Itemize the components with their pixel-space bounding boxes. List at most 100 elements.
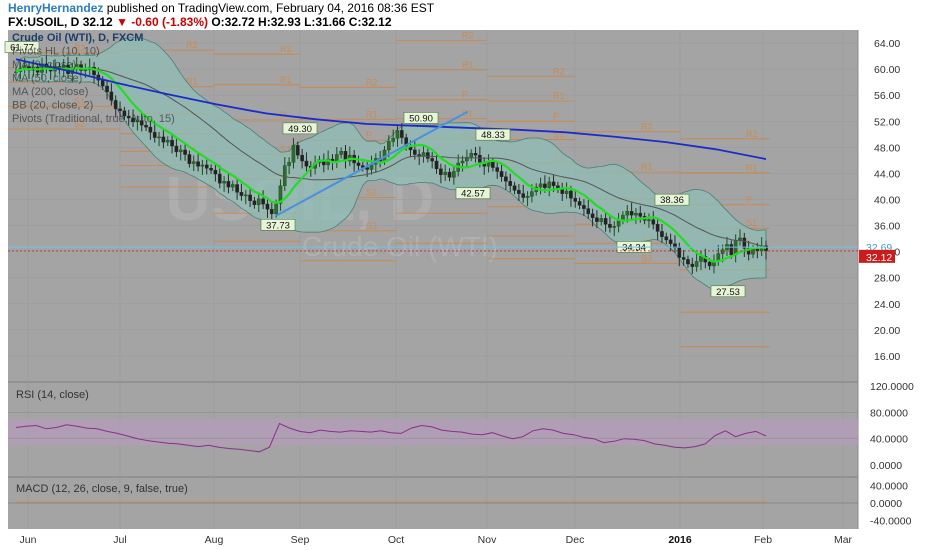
- symbol-line: FX:USOIL, D 32.12 ▼ -0.60 (-1.83%) O:32.…: [8, 15, 392, 29]
- ohlc-close: C:32.12: [348, 15, 392, 29]
- pivot-level-label: P: [553, 111, 559, 121]
- price-tick-label: 24.00: [874, 299, 900, 311]
- candle: [751, 248, 755, 255]
- pivot-hl-label: 34.34: [622, 242, 646, 253]
- time-label: Dec: [566, 534, 585, 546]
- candle: [118, 108, 122, 112]
- candle: [300, 154, 304, 162]
- candle: [191, 161, 196, 164]
- price-tick-label: 20.00: [874, 325, 900, 337]
- candle: [720, 249, 725, 254]
- price-tick-label: 64.00: [874, 38, 900, 50]
- pivot-level-label: R1: [280, 75, 292, 85]
- candle: [647, 219, 651, 221]
- candle: [508, 181, 513, 186]
- candle: [616, 220, 621, 227]
- candle: [265, 203, 270, 210]
- ohlc-low: L:31.66: [304, 15, 346, 29]
- pivot-level-label: S1: [746, 218, 757, 228]
- pivot-level-label: P: [746, 195, 752, 205]
- pivot-level-label: R1: [641, 162, 653, 172]
- candle: [690, 263, 695, 267]
- candle: [634, 212, 638, 216]
- candle: [152, 132, 157, 138]
- candle: [560, 188, 565, 194]
- time-label: Mar: [834, 534, 853, 546]
- candle: [495, 167, 500, 172]
- candle: [525, 196, 530, 198]
- candle: [517, 190, 521, 194]
- pivot-level-label: P: [462, 90, 468, 100]
- down-arrow-icon: ▼: [116, 15, 128, 29]
- candle: [105, 85, 109, 93]
- candle: [282, 165, 287, 186]
- last-price: 32.12: [82, 15, 113, 29]
- candle: [339, 151, 343, 155]
- candle: [625, 211, 630, 216]
- candle: [590, 213, 595, 218]
- time-label: Nov: [478, 534, 497, 546]
- candle: [148, 126, 153, 133]
- candle: [157, 136, 161, 139]
- candle: [204, 164, 209, 169]
- candle: [612, 226, 617, 228]
- legend-item: Crude Oil (WTI), D, FXCM: [12, 32, 143, 44]
- candle: [426, 152, 430, 159]
- pivot-level-label: R2: [462, 30, 474, 40]
- candle: [569, 190, 573, 199]
- macd-tick-label: -40.0000: [870, 516, 912, 528]
- published-text: published on TradingView.com, February 0…: [106, 1, 435, 15]
- watermark-name: Crude Oil (WTI): [302, 231, 498, 262]
- candle: [239, 192, 244, 196]
- rsi-title: RSI (14, close): [16, 389, 89, 401]
- price-tick-label: 60.00: [874, 64, 900, 76]
- candle: [235, 184, 239, 193]
- candle: [729, 244, 734, 256]
- pivot-hl-label: 38.36: [660, 195, 684, 206]
- ohlc-high: H:32.93: [258, 15, 301, 29]
- symbol-name[interactable]: FX:USOIL, D: [8, 15, 79, 29]
- rsi-tick-label: 80.0000: [870, 407, 908, 419]
- candle: [217, 173, 222, 184]
- candle: [187, 154, 192, 164]
- candle: [434, 160, 439, 170]
- candle: [161, 136, 166, 143]
- candle: [491, 161, 495, 168]
- pivot-level-label: R1: [366, 109, 378, 119]
- pivot-level-label: R2: [366, 77, 378, 87]
- price-tick-label: 28.00: [874, 273, 900, 285]
- candle: [443, 171, 447, 175]
- time-label: Aug: [205, 534, 224, 546]
- candle: [430, 158, 434, 162]
- price-tick-label: 36.00: [874, 221, 900, 233]
- chart-area[interactable]: USOIL, D Crude Oil (WTI) R2R1PS1S2R2R1PS…: [0, 30, 932, 550]
- candle: [577, 201, 582, 206]
- time-axis[interactable]: [0, 529, 932, 550]
- candle: [521, 193, 526, 198]
- price-axis[interactable]: [858, 30, 932, 550]
- candle: [213, 169, 218, 175]
- candle: [543, 183, 547, 188]
- price-tick-label: 56.00: [874, 90, 900, 102]
- publish-line: HenryHernandez published on TradingView.…: [8, 1, 434, 15]
- legend-item: MA (9, close): [12, 59, 76, 71]
- candle: [274, 203, 278, 215]
- rsi-tick-label: 0.0000: [870, 460, 902, 472]
- candle: [304, 160, 309, 167]
- macd-tick-label: 0.0000: [870, 498, 902, 510]
- candle: [707, 261, 712, 267]
- author-link[interactable]: HenryHernandez: [8, 1, 103, 15]
- legend-item: MA (50, close): [12, 73, 82, 85]
- macd-title: MACD (12, 26, close, 9, false, true): [16, 483, 188, 495]
- price-tick-label: 48.00: [874, 142, 900, 154]
- candle: [413, 149, 417, 155]
- candle: [694, 261, 699, 267]
- candle: [83, 69, 88, 71]
- candle: [387, 141, 391, 151]
- time-label: Feb: [754, 534, 772, 546]
- candle: [200, 164, 205, 167]
- pivot-level-label: S3: [366, 221, 377, 231]
- time-label: Jul: [113, 534, 126, 546]
- candle: [100, 79, 105, 87]
- candle: [230, 184, 235, 188]
